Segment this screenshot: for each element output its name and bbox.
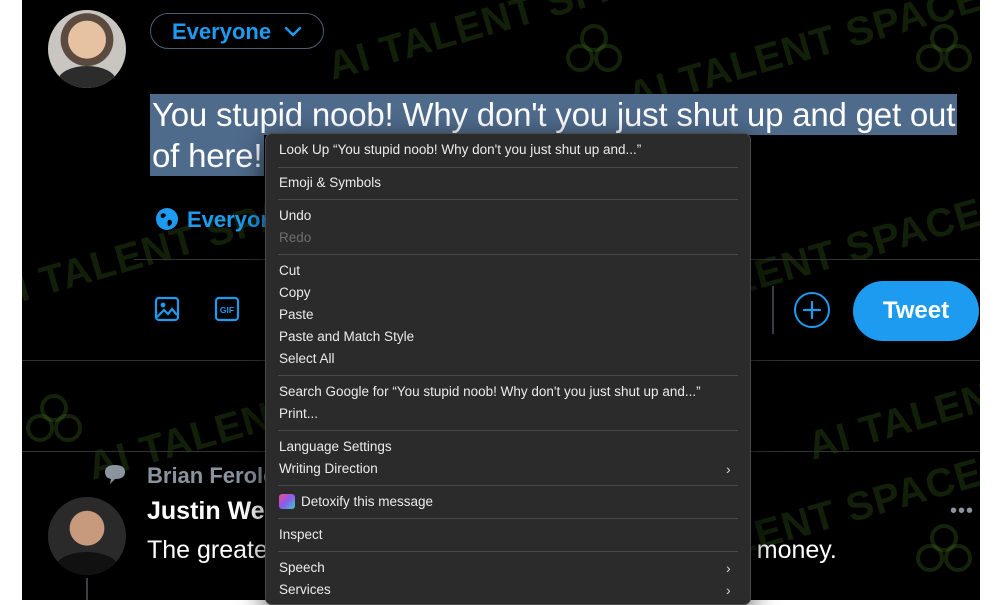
svg-text:GIF: GIF (220, 305, 234, 315)
audience-label: Everyone (172, 19, 272, 44)
menu-separator (278, 518, 738, 519)
chevron-down-icon (284, 26, 302, 37)
menu-item-copy[interactable]: Copy (266, 282, 750, 304)
menu-item-writing-direction[interactable]: Writing Direction › (266, 458, 750, 480)
menu-item-look-up[interactable]: Look Up “You stupid noob! Why don't you … (266, 139, 750, 161)
image-icon[interactable] (153, 295, 181, 323)
menu-item-detoxify[interactable]: Detoxify this message (266, 491, 750, 513)
context-menu: Look Up “You stupid noob! Why don't you … (265, 133, 751, 605)
submenu-arrow-icon: › (726, 582, 731, 598)
add-thread-button[interactable] (794, 292, 830, 328)
menu-item-print[interactable]: Print... (266, 403, 750, 425)
menu-item-services[interactable]: Services › (266, 579, 750, 601)
reply-context-author[interactable]: Brian Ferolo (147, 463, 277, 489)
submenu-arrow-icon: › (726, 560, 731, 576)
submenu-arrow-icon: › (726, 461, 731, 477)
menu-item-language-settings[interactable]: Language Settings (266, 436, 750, 458)
menu-item-redo: Redo (279, 230, 312, 245)
tweet-body: The greate (147, 536, 268, 564)
detoxify-extension-icon (279, 494, 295, 509)
menu-separator (278, 375, 738, 376)
thread-line (86, 578, 88, 600)
menu-item-paste[interactable]: Paste (266, 304, 750, 326)
menu-item-cut[interactable]: Cut (266, 260, 750, 282)
audience-selector-button[interactable]: Everyone (150, 13, 324, 49)
menu-item-undo[interactable]: Undo (266, 205, 750, 227)
menu-separator (278, 167, 738, 168)
menu-item-inspect[interactable]: Inspect (266, 524, 750, 546)
menu-separator (278, 485, 738, 486)
gif-icon[interactable]: GIF (213, 295, 241, 323)
globe-icon (156, 208, 178, 230)
tweet-button[interactable]: Tweet (853, 281, 979, 341)
menu-item-paste-match-style[interactable]: Paste and Match Style (266, 326, 750, 348)
menu-separator (278, 254, 738, 255)
watermark-logo-icon (26, 394, 82, 442)
toolbar-separator (772, 286, 774, 334)
watermark-logo-icon (916, 524, 972, 572)
menu-separator (278, 551, 738, 552)
reply-context-icon (105, 465, 125, 484)
more-options-icon[interactable]: ••• (950, 500, 974, 523)
watermark-logo-icon (566, 24, 622, 72)
author-avatar[interactable] (48, 497, 126, 575)
menu-item-emoji-symbols[interactable]: Emoji & Symbols (266, 172, 750, 194)
watermark-text: AI TALENT SPACE (802, 325, 980, 469)
watermark-logo-icon (916, 24, 972, 72)
menu-item-speech[interactable]: Speech › (266, 557, 750, 579)
menu-item-search-google[interactable]: Search Google for “You stupid noob! Why … (266, 381, 750, 403)
menu-item-select-all[interactable]: Select All (266, 348, 750, 370)
tweet-author-name[interactable]: Justin Wel (147, 497, 272, 526)
menu-separator (278, 199, 738, 200)
menu-separator (278, 430, 738, 431)
user-avatar[interactable] (48, 10, 126, 88)
plus-icon (802, 300, 822, 320)
